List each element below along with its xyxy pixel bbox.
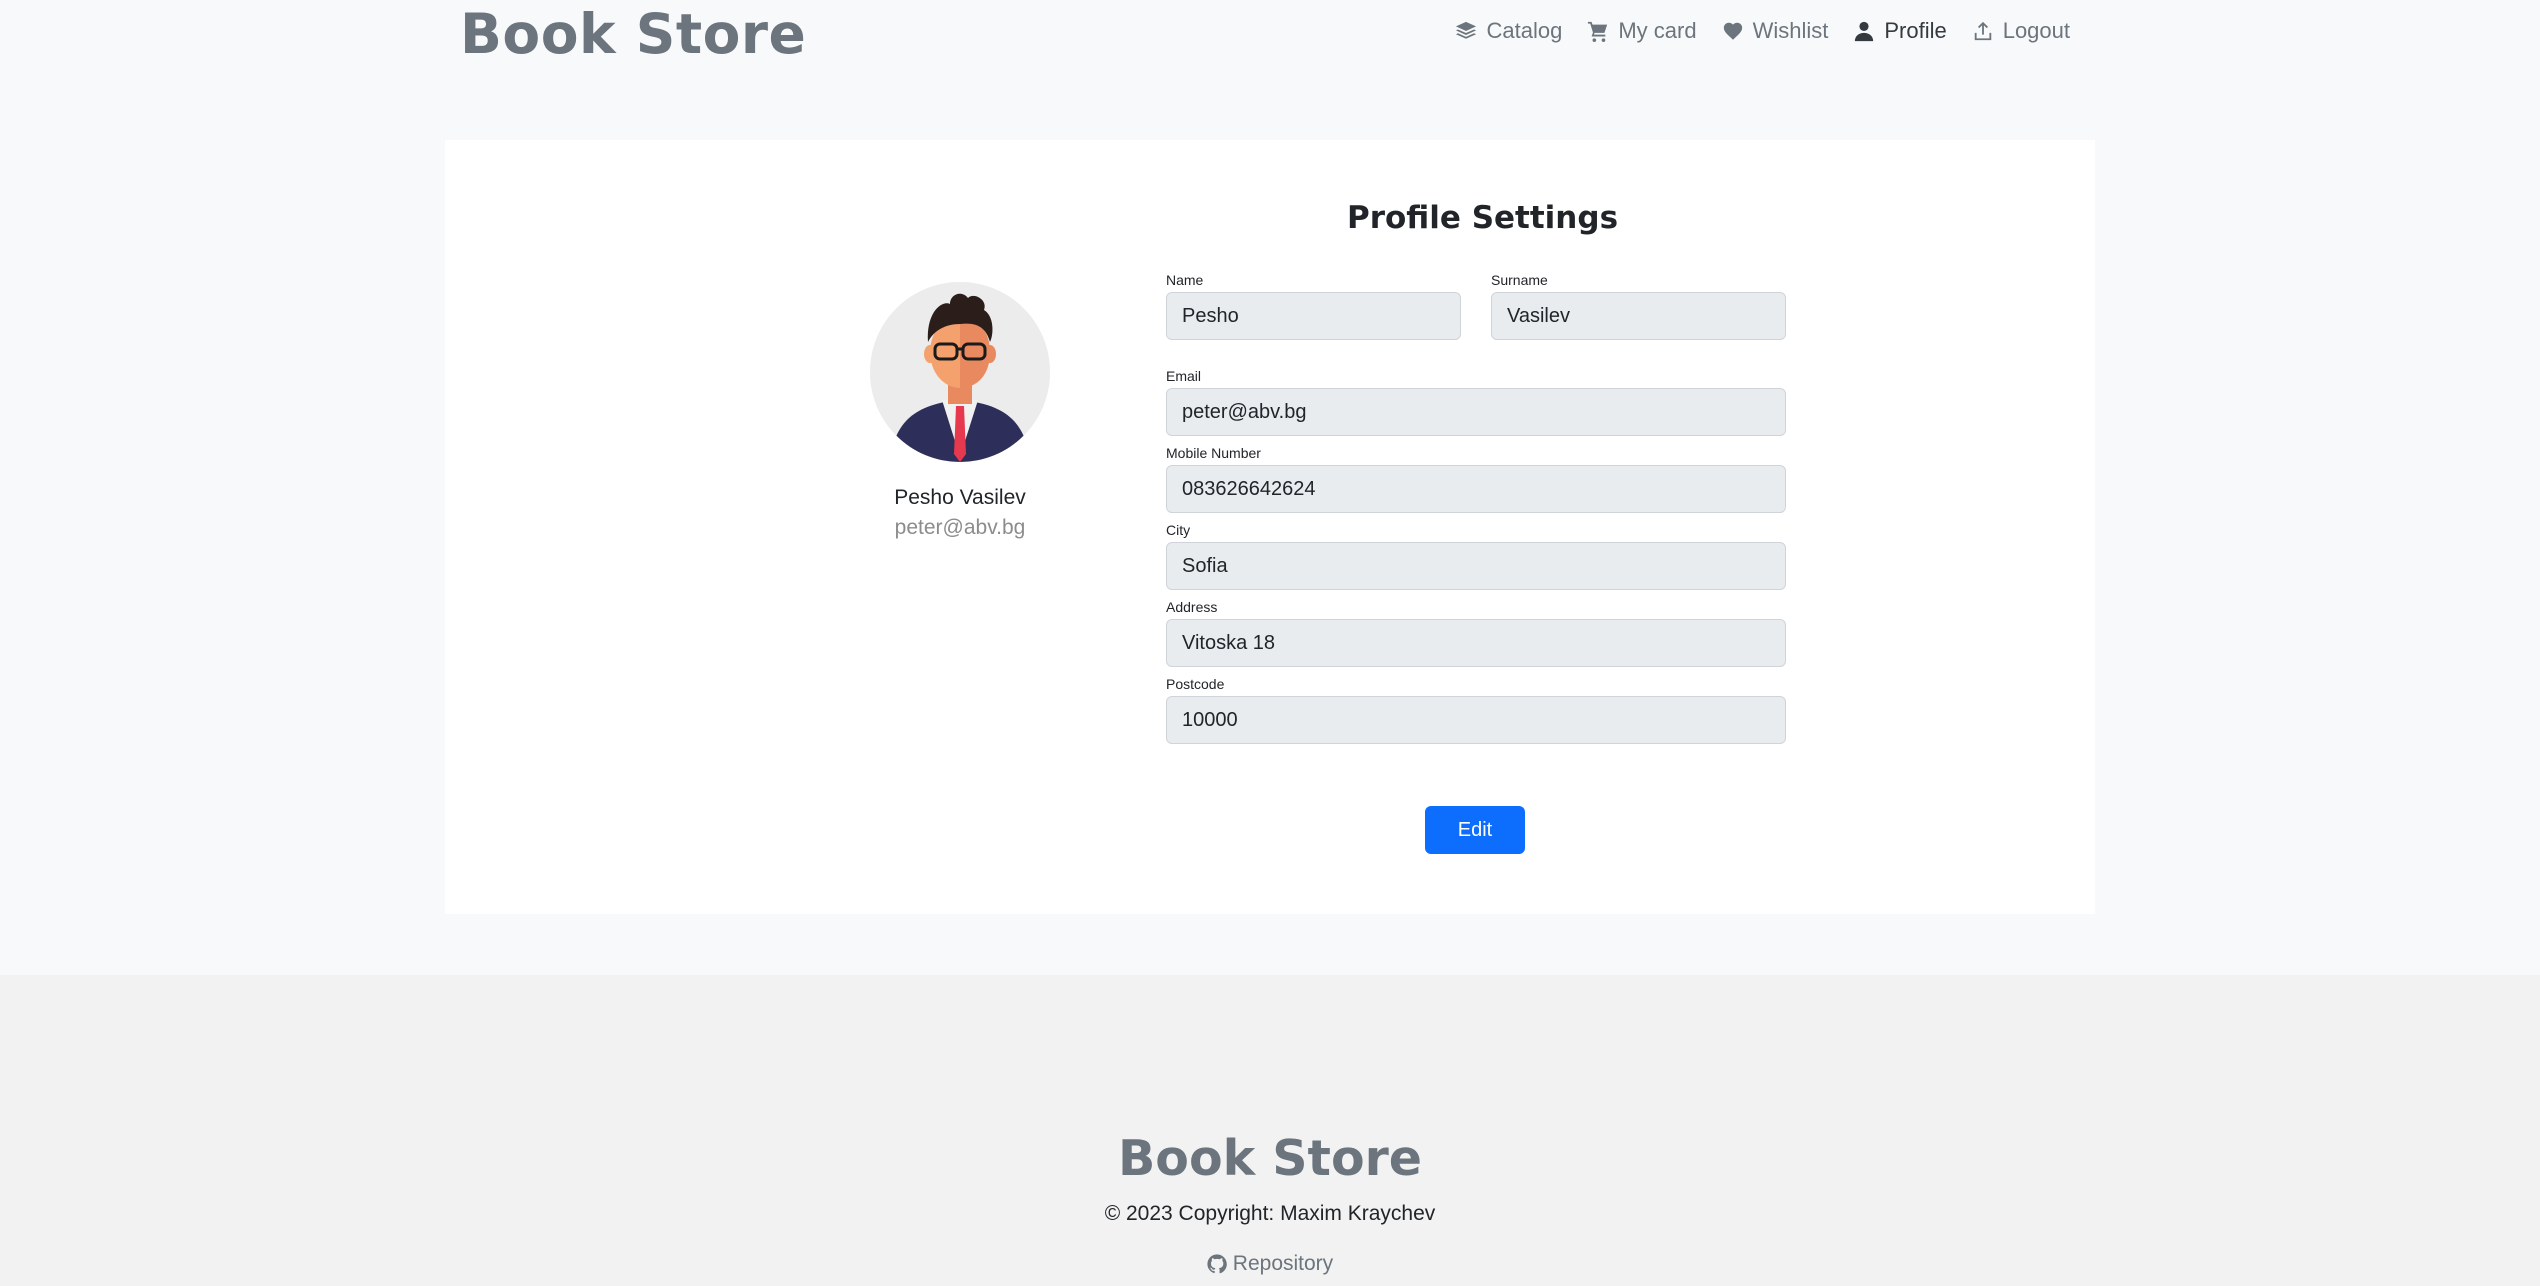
city-field[interactable]: Sofia <box>1166 542 1786 590</box>
cart-icon <box>1588 21 1608 42</box>
postcode-field[interactable]: 10000 <box>1166 696 1786 744</box>
nav-profile-label: Profile <box>1884 18 1947 43</box>
surname-field[interactable]: Vasilev <box>1491 292 1786 340</box>
avatar <box>870 282 1050 462</box>
footer: Book Store © 2023 Copyright: Maxim Krayc… <box>0 975 2540 1286</box>
name-field[interactable]: Pesho <box>1166 292 1461 340</box>
user-icon <box>1855 21 1874 42</box>
profile-form: Name Pesho Surname Vasilev Email peter@a… <box>1166 273 1786 744</box>
postcode-label: Postcode <box>1166 676 1225 692</box>
nav-my-card[interactable]: My card <box>1587 18 1697 44</box>
nav-profile[interactable]: Profile <box>1853 18 1947 44</box>
city-label: City <box>1166 522 1191 538</box>
nav-catalog-label: Catalog <box>1486 18 1563 43</box>
email-field[interactable]: peter@abv.bg <box>1166 388 1786 436</box>
address-field-group: Address Vitoska 18 <box>1166 600 1786 667</box>
profile-display-email: peter@abv.bg <box>894 516 1026 539</box>
email-label: Email <box>1166 368 1202 384</box>
heart-icon <box>1723 22 1742 40</box>
repository-label: Repository <box>1232 1252 1334 1275</box>
mobile-field-group: Mobile Number 083626642624 <box>1166 446 1786 513</box>
postcode-field-group: Postcode 10000 <box>1166 677 1786 744</box>
main-nav: Catalog My card Wishlist Profile Logout <box>1455 18 2070 44</box>
mobile-field[interactable]: 083626642624 <box>1166 465 1786 513</box>
surname-field-group: Surname Vasilev <box>1491 273 1786 340</box>
address-label: Address <box>1166 599 1218 615</box>
name-label: Name <box>1166 272 1204 288</box>
top-navbar: Book Store Catalog My card Wishlist Prof… <box>0 0 2540 140</box>
name-field-group: Name Pesho <box>1166 273 1461 340</box>
page-title: Profile Settings <box>1346 200 1619 236</box>
repository-link[interactable]: Repository <box>0 1252 2540 1276</box>
nav-wishlist[interactable]: Wishlist <box>1722 18 1829 44</box>
nav-logout-label: Logout <box>2002 18 2070 43</box>
footer-brand: Book Store <box>1117 1130 1423 1187</box>
nav-my-card-label: My card <box>1618 18 1697 43</box>
github-icon <box>1207 1254 1227 1274</box>
user-avatar-illustration-icon <box>870 282 1050 462</box>
profile-card: Pesho Vasilev peter@abv.bg Profile Setti… <box>445 140 2095 914</box>
nav-wishlist-label: Wishlist <box>1752 18 1829 43</box>
profile-display-name: Pesho Vasilev <box>894 486 1026 509</box>
brand-logo[interactable]: Book Store <box>460 2 806 66</box>
email-field-group: Email peter@abv.bg <box>1166 369 1786 436</box>
profile-summary: Pesho Vasilev peter@abv.bg <box>835 282 1085 540</box>
surname-label: Surname <box>1491 272 1548 288</box>
address-field[interactable]: Vitoska 18 <box>1166 619 1786 667</box>
copyright-text: © 2023 Copyright: Maxim Kraychev <box>1104 1202 1436 1225</box>
upload-icon <box>1974 21 1991 41</box>
mobile-label: Mobile Number <box>1166 445 1261 461</box>
city-field-group: City Sofia <box>1166 523 1786 590</box>
nav-logout[interactable]: Logout <box>1972 18 2070 44</box>
edit-button[interactable]: Edit <box>1425 806 1525 854</box>
layers-icon <box>1456 21 1477 39</box>
nav-catalog[interactable]: Catalog <box>1455 18 1562 44</box>
